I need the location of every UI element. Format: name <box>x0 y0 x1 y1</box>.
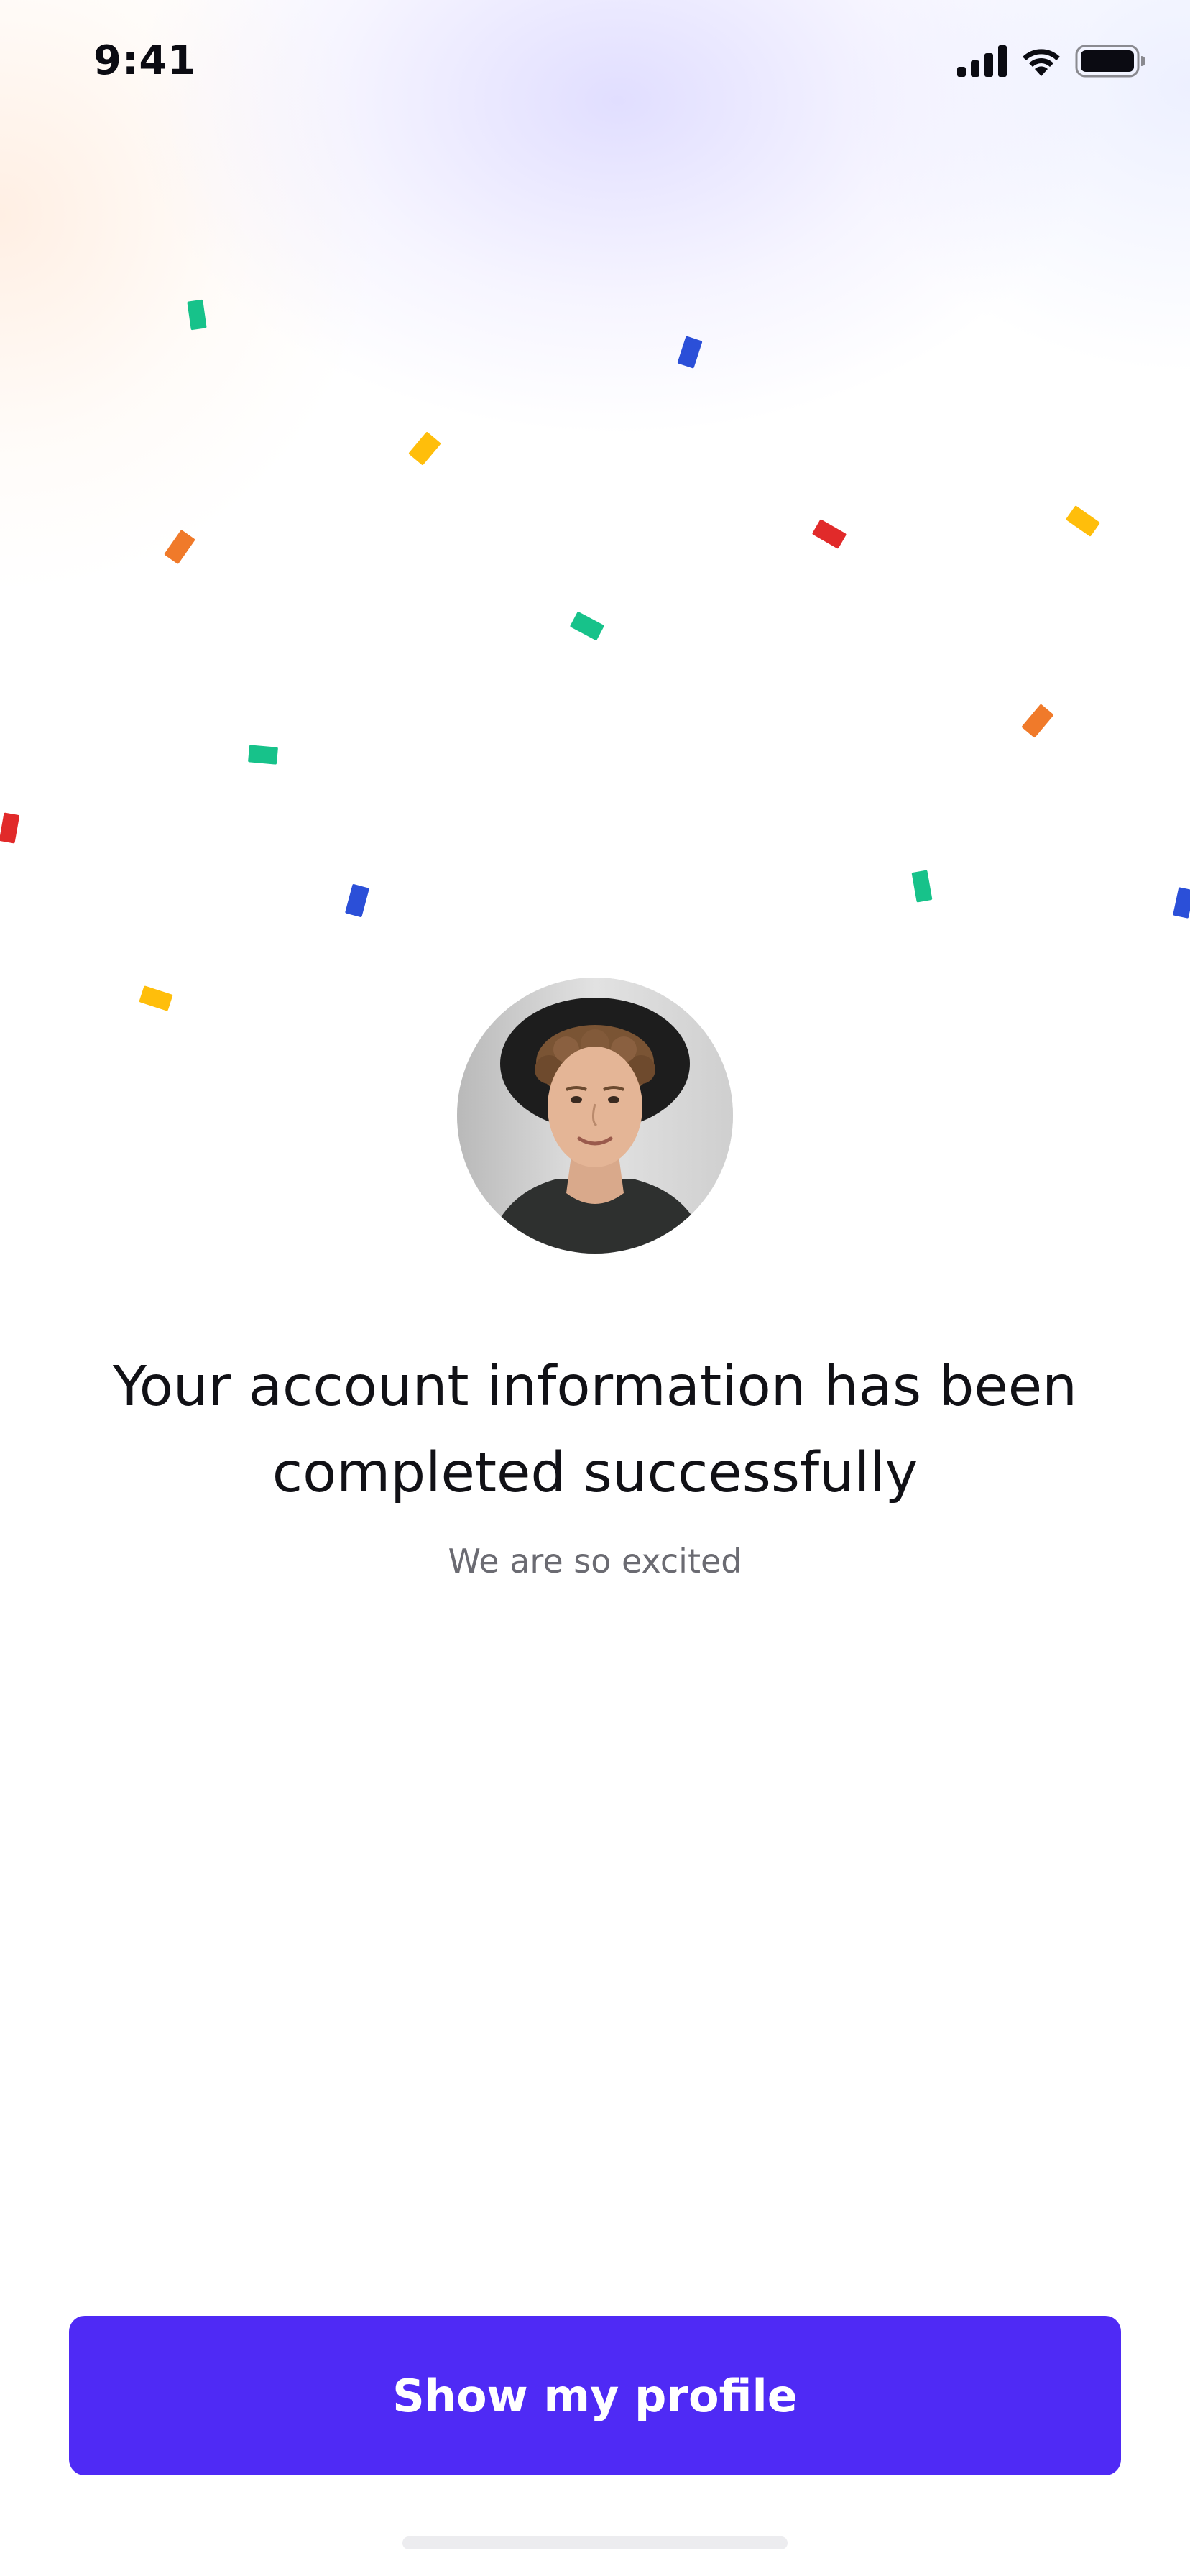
home-indicator <box>402 2536 788 2549</box>
success-screen: 9:41 Your account information has been c… <box>0 0 1190 2576</box>
battery-icon <box>1075 45 1147 78</box>
status-time: 9:41 <box>93 37 197 84</box>
status-icons <box>957 45 1147 78</box>
background-fade <box>0 503 1190 934</box>
status-bar: 9:41 <box>0 0 1190 129</box>
cellular-signal-icon <box>957 45 1007 77</box>
show-my-profile-button[interactable]: Show my profile <box>69 2316 1121 2475</box>
avatar <box>457 978 733 1254</box>
success-headline: Your account information has been comple… <box>113 1355 1077 1505</box>
confetti-piece <box>139 985 173 1011</box>
confetti-piece <box>248 745 278 765</box>
wifi-icon <box>1019 45 1064 78</box>
avatar-photo <box>457 978 733 1254</box>
success-subtitle: We are so excited <box>448 1542 742 1581</box>
